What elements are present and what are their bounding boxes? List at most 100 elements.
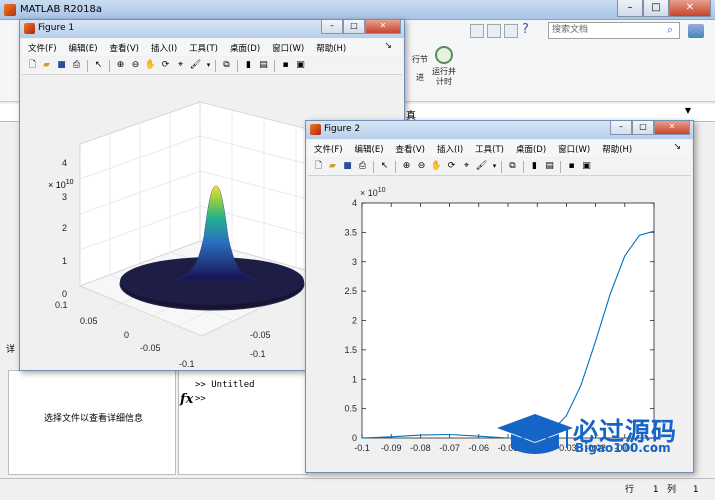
figure1-maximize-button[interactable]: □ [343,20,365,34]
help-icon[interactable]: ? [522,22,529,37]
figure1-menu-window[interactable]: 窗口(W) [266,42,310,54]
figure1-titlebar: Figure 1 – □ ✕ [20,20,404,38]
z-exponent: × 1010 [48,179,74,190]
legend-icon[interactable]: ▤ [543,160,556,173]
figure1-toolbar: 🗋 ▰ ■ ⎙ ↖ ⊕ ⊖ ✋ ⟳ ⌖ 🖌 ▾ ⧉ ▮ ▤ ▪ ▣ [22,57,402,75]
y-tick-label: 2 [352,316,357,326]
figure1-menu-file[interactable]: 文件(F) [22,42,63,54]
rotate-icon[interactable]: ⟳ [159,59,172,72]
figure2-titlebar: Figure 2 – □ ✕ [306,121,693,139]
figure1-close-button[interactable]: ✕ [365,20,401,34]
figure1-minimize-button[interactable]: – [321,20,343,34]
figure1-menu-insert[interactable]: 插入(I) [145,42,183,54]
data-cursor-icon[interactable]: ⌖ [460,160,473,173]
pointer-icon[interactable]: ↖ [378,160,391,173]
search-input[interactable]: 搜索文档 [548,22,680,39]
zoom-out-icon[interactable]: ⊖ [415,160,428,173]
figure1-menu-tools[interactable]: 工具(T) [183,42,224,54]
status-row-label: 行 [625,485,635,495]
command-prompt[interactable]: >> [195,394,206,404]
open-file-icon[interactable]: ▰ [40,59,53,72]
show-plot-tools-icon[interactable]: ▣ [580,160,593,173]
figure2-logo-icon [310,124,321,135]
data-cursor-icon[interactable]: ⌖ [174,59,187,72]
quick-access-redo-icon[interactable] [487,24,501,38]
z-tick-0: 0 [62,289,67,299]
x-tick-0.05: 0.05 [80,316,98,326]
status-row-value: 1 [652,485,659,495]
z-tick-2: 2 [62,223,67,233]
z-tick-4: 4 [62,158,67,168]
pointer-icon[interactable]: ↖ [92,59,105,72]
maximize-button[interactable]: □ [643,0,669,17]
figure2-close-button[interactable]: ✕ [654,121,690,135]
figure2-menu-window[interactable]: 窗口(W) [552,143,596,155]
figure2-dock-icon[interactable]: ↘ [667,142,687,152]
x-tick-neg0.1: -0.1 [179,359,195,369]
run-and-time-button[interactable]: 运行并 计时 [428,46,460,87]
y-tick-neg0.1: -0.1 [250,349,266,359]
zoom-in-icon[interactable]: ⊕ [114,59,127,72]
close-button[interactable]: ✕ [669,0,711,17]
print-icon[interactable]: ⎙ [356,160,369,173]
colorbar-icon[interactable]: ▮ [242,59,255,72]
new-figure-icon[interactable]: 🗋 [312,160,325,173]
pan-icon[interactable]: ✋ [430,160,443,173]
figure1-menubar: 文件(F) 编辑(E) 查看(V) 插入(I) 工具(T) 桌面(D) 窗口(W… [22,39,402,56]
figure1-dock-icon[interactable]: ↘ [378,41,398,51]
figure1-menu-view[interactable]: 查看(V) [104,42,145,54]
figure2-menu-edit[interactable]: 编辑(E) [349,143,390,155]
hide-plot-tools-icon[interactable]: ▪ [279,59,292,72]
quick-access-undo-icon[interactable] [470,24,484,38]
new-figure-icon[interactable]: 🗋 [26,59,39,72]
link-plot-icon[interactable]: ⧉ [506,160,519,173]
figure1-menu-desktop[interactable]: 桌面(D) [224,42,266,54]
figure1-menu-edit[interactable]: 编辑(E) [63,42,104,54]
figure2-menu-file[interactable]: 文件(F) [308,143,349,155]
pan-icon[interactable]: ✋ [144,59,157,72]
open-file-icon[interactable]: ▰ [326,160,339,173]
print-icon[interactable]: ⎙ [70,59,83,72]
figure2-title: Figure 2 [324,124,361,134]
figure2-menu-view[interactable]: 查看(V) [390,143,431,155]
figure1-menu-help[interactable]: 帮助(H) [310,42,352,54]
figure2-menu-insert[interactable]: 插入(I) [431,143,469,155]
matlab-title: MATLAB R2018a [20,4,103,15]
run-and-time-icon [435,46,453,64]
save-icon[interactable]: ■ [341,160,354,173]
brush-icon[interactable]: 🖌 [189,59,202,72]
brush-dropdown-icon[interactable]: ▾ [488,160,501,173]
colorbar-icon[interactable]: ▮ [528,160,541,173]
fx-icon[interactable]: fx [180,392,193,407]
y-tick-label: 0.5 [344,404,357,414]
zoom-in-icon[interactable]: ⊕ [400,160,413,173]
y-tick-label: 3.5 [344,227,357,237]
figure2-menu-help[interactable]: 帮助(H) [596,143,638,155]
address-dropdown-icon[interactable]: ▼ [682,106,694,118]
quick-access-switch-icon[interactable] [504,24,518,38]
save-icon[interactable]: ■ [55,59,68,72]
brush-icon[interactable]: 🖌 [475,160,488,173]
zoom-out-icon[interactable]: ⊖ [129,59,142,72]
figure2-maximize-button[interactable]: □ [632,121,654,135]
legend-icon[interactable]: ▤ [257,59,270,72]
x-tick-0.1: 0.1 [55,300,68,310]
figure2-minimize-button[interactable]: – [610,121,632,135]
hide-plot-tools-icon[interactable]: ▪ [565,160,578,173]
figure2-menubar: 文件(F) 编辑(E) 查看(V) 插入(I) 工具(T) 桌面(D) 窗口(W… [308,140,691,157]
figure2-menu-desktop[interactable]: 桌面(D) [510,143,552,155]
x-tick-label: -0.06 [469,443,490,453]
figure2-toolbar: 🗋 ▰ ■ ⎙ ↖ ⊕ ⊖ ✋ ⟳ ⌖ 🖌 ▾ ⧉ ▮ ▤ ▪ ▣ [308,158,691,176]
figure1-logo-icon [24,23,35,34]
minimize-button[interactable]: – [617,0,643,17]
search-icon[interactable]: ⌕ [667,23,673,37]
x-tick-label: -0.1 [354,443,370,453]
link-plot-icon[interactable]: ⧉ [220,59,233,72]
rotate-icon[interactable]: ⟳ [445,160,458,173]
show-plot-tools-icon[interactable]: ▣ [294,59,307,72]
status-bar [0,478,715,500]
notifications-icon[interactable] [688,24,704,38]
figure2-menu-tools[interactable]: 工具(T) [469,143,510,155]
watermark-url: Bigao100.com [575,441,671,455]
brush-dropdown-icon[interactable]: ▾ [202,59,215,72]
